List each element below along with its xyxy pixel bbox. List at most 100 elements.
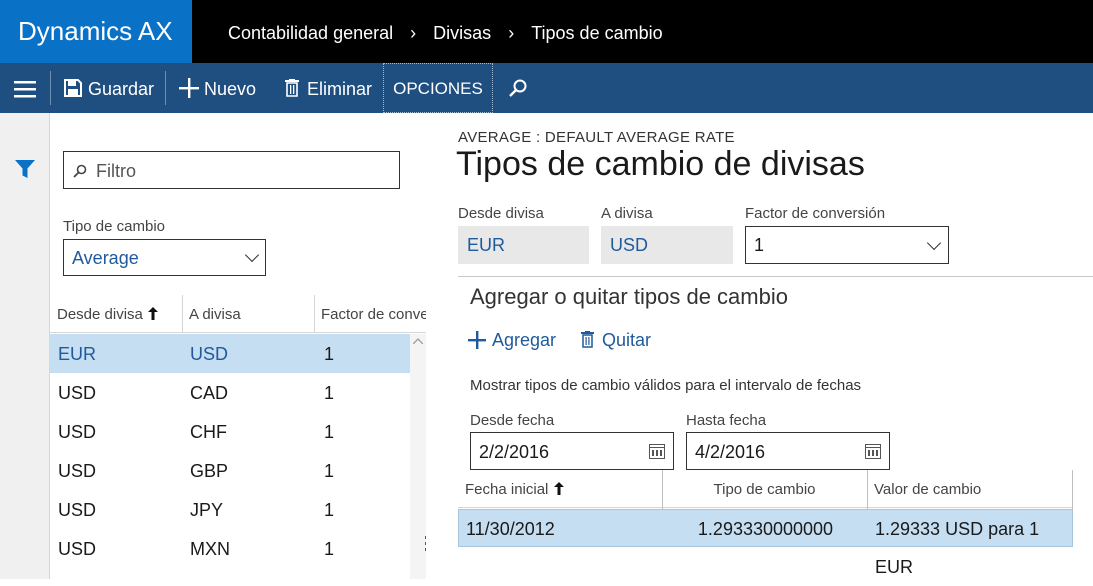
add-label: Agregar [492,330,557,350]
table-row[interactable]: 11/30/2012 1.293330000000 1.29333 USD pa… [458,509,1073,577]
column-header-from-currency[interactable]: Desde divisa [50,295,182,333]
cell-to-currency: GBP [190,461,229,481]
column-header-conversion-factor[interactable]: Factor de conve [314,295,426,333]
app-title[interactable]: Dynamics AX [0,0,192,63]
conversion-factor-label: Factor de conversión [745,205,886,222]
table-row[interactable]: USD MXN 1 [50,529,410,568]
hamburger-menu-button[interactable] [14,63,36,113]
table-row[interactable]: EUR USD 1 [50,334,410,373]
exchange-type-dropdown[interactable]: Average [63,239,266,276]
remove-button[interactable]: Quitar [581,329,651,351]
new-label: Nuevo [204,79,257,99]
funnel-icon [15,160,35,178]
column-header-to-currency[interactable]: A divisa [182,295,314,333]
cell-from-currency: USD [58,500,97,520]
column-header-label: Desde divisa [57,306,143,323]
breadcrumb-item-general-ledger[interactable]: Contabilidad general [228,0,393,66]
page-title: Tipos de cambio de divisas [456,145,865,183]
section-divider [458,276,1093,277]
table-row[interactable]: USD GBP 1 [50,451,410,490]
trash-icon [285,79,299,98]
table-row[interactable]: USD JPY 1 [50,490,410,529]
to-date-field[interactable]: 4/2/2016 [686,432,890,470]
detail-pane: AVERAGE : DEFAULT AVERAGE RATE Tipos de … [426,113,1093,579]
rates-grid-header: Fecha inicial Tipo de cambio Valor de ca… [458,470,1073,508]
cell-to-currency: CHF [190,422,227,442]
breadcrumb: Contabilidad general › Divisas › Tipos d… [228,0,663,63]
save-icon [64,79,82,98]
breadcrumb-item-exchange-types[interactable]: Tipos de cambio [531,0,662,66]
filter-input[interactable]: Filtro [63,151,400,189]
options-button[interactable]: OPCIONES [383,63,493,113]
to-currency-field: USD [601,226,733,264]
action-bar: Guardar Nuevo Eliminar OPCIONES [0,63,1093,113]
search-icon [73,164,87,178]
from-currency-field: EUR [458,226,589,264]
search-icon [509,79,527,98]
cell-factor: 1 [324,539,335,559]
calendar-icon[interactable] [865,444,881,459]
save-label: Guardar [88,79,155,99]
save-button[interactable]: Guardar [64,63,154,113]
list-pane: Filtro Tipo de cambio Average Desde divi… [50,113,428,579]
cell-start-date: 11/30/2012 [466,519,555,539]
delete-label: Eliminar [307,79,373,99]
cell-from-currency: EUR [58,344,97,364]
to-currency-label: A divisa [601,205,653,222]
hamburger-icon [14,80,36,98]
column-header-start-date[interactable]: Fecha inicial [458,470,662,508]
column-header-exchange-value[interactable]: Valor de cambio [867,470,1073,508]
cell-from-currency: USD [58,461,97,481]
list-grid-rows: EUR USD 1 USD CAD 1 USD CHF 1 USD GBP 1 … [50,334,410,568]
delete-button[interactable]: Eliminar [285,63,372,113]
list-scrollbar[interactable] [410,334,426,579]
date-range-note: Mostrar tipos de cambio válidos para el … [470,377,862,394]
list-grid-header: Desde divisa A divisa Factor de conve [50,295,426,333]
top-navigation-bar: Dynamics AX Contabilidad general › Divis… [0,0,1093,63]
chevron-right-icon: › [410,23,417,43]
toolbar-divider [165,71,166,105]
exchange-type-label: Tipo de cambio [63,218,165,235]
filter-placeholder: Filtro [96,161,136,181]
to-date-label: Hasta fecha [686,412,767,429]
cell-from-currency: USD [58,539,97,559]
cell-to-currency: USD [190,344,229,364]
trash-icon [581,331,594,348]
sort-ascending-icon [553,482,564,495]
conversion-factor-value: 1 [754,235,765,255]
cell-exchange-rate: 1.293330000000 [697,519,834,539]
cell-from-currency: USD [58,422,97,442]
filter-toggle-button[interactable] [15,160,35,183]
exchange-type-value: Average [72,248,139,268]
plus-icon [179,78,199,99]
column-header-label: Fecha inicial [465,481,549,498]
chevron-down-icon [926,235,942,251]
cell-to-currency: MXN [190,539,230,559]
from-currency-label: Desde divisa [458,205,544,222]
conversion-factor-dropdown[interactable]: 1 [745,226,949,264]
record-caption: AVERAGE : DEFAULT AVERAGE RATE [458,129,735,146]
table-row[interactable]: USD CAD 1 [50,373,410,412]
cell-factor: 1 [324,461,335,481]
cell-factor: 1 [324,383,335,403]
section-title: Agregar o quitar tipos de cambio [470,284,788,309]
from-date-value: 2/2/2016 [479,442,550,462]
cell-to-currency: JPY [190,500,224,520]
table-row[interactable]: USD CHF 1 [50,412,410,451]
chevron-right-icon: › [508,23,515,43]
from-date-field[interactable]: 2/2/2016 [470,432,674,470]
column-header-exchange-rate[interactable]: Tipo de cambio [662,470,867,508]
sort-ascending-icon [148,307,159,320]
cell-from-currency: USD [58,383,97,403]
chevron-down-icon [244,247,260,263]
new-button[interactable]: Nuevo [179,63,256,113]
scroll-up-icon [413,338,423,344]
add-button[interactable]: Agregar [468,329,556,351]
search-button[interactable] [509,63,527,113]
to-date-value: 4/2/2016 [695,442,766,462]
cell-to-currency: CAD [190,383,229,403]
toolbar-divider [50,71,51,105]
breadcrumb-item-currencies[interactable]: Divisas [433,0,491,66]
plus-icon [468,331,486,349]
calendar-icon[interactable] [649,444,665,459]
